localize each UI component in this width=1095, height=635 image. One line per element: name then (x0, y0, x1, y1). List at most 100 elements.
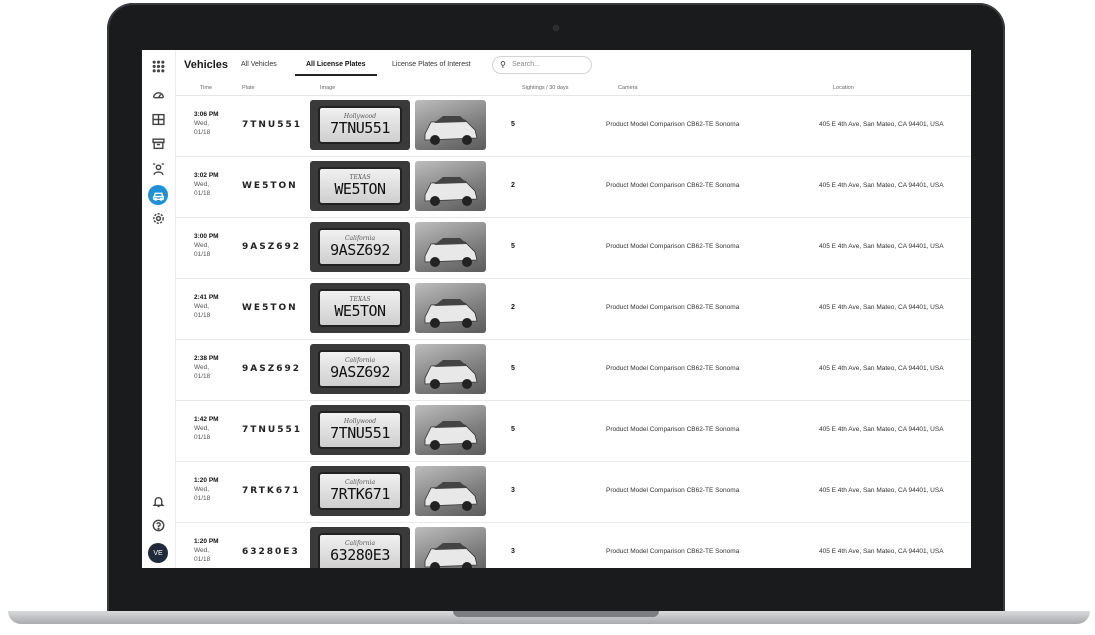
row-sightings: 2 (511, 304, 515, 311)
plate-image[interactable]: Hollywood 7TNU551 (310, 100, 410, 150)
table-row[interactable]: 3:02 PM Wed, 01/18 WE5TON TEXAS WE5TON 2… (175, 157, 971, 218)
app-screen: VE Vehicles All Vehicles All License Pla… (142, 50, 971, 568)
help-icon[interactable] (150, 517, 167, 534)
plate-image[interactable]: TEXAS WE5TON (310, 161, 410, 211)
table-row[interactable]: 1:42 PM Wed, 01/18 7TNU551 Hollywood 7TN… (175, 401, 971, 462)
license-plate-graphic: California 63280E3 (318, 533, 402, 568)
row-day: Wed, (194, 303, 210, 310)
plate-number-graphic: WE5TON (334, 302, 386, 320)
vehicle-image[interactable] (415, 100, 486, 150)
table-row[interactable]: 1:20 PM Wed, 01/18 63280E3 California 63… (175, 523, 971, 568)
license-plate-graphic: TEXAS WE5TON (318, 289, 402, 327)
row-camera[interactable]: Product Model Comparison CB62-TE Sonoma (606, 548, 739, 555)
row-date: 01/18 (194, 373, 211, 380)
row-time: 3:02 PM (194, 172, 219, 179)
floorplan-icon[interactable] (150, 111, 167, 128)
plate-image[interactable]: California 9ASZ692 (310, 344, 410, 394)
row-plate[interactable]: WE5TON (242, 181, 298, 191)
row-time: 3:00 PM (194, 233, 219, 240)
car-icon (424, 421, 478, 450)
row-plate[interactable]: 63280E3 (242, 547, 300, 557)
column-header-sightings: Sightings / 30 days (522, 85, 569, 91)
car-icon (424, 299, 478, 328)
tab-all-vehicles[interactable]: All Vehicles (241, 61, 277, 68)
row-day: Wed, (194, 425, 210, 432)
row-day: Wed, (194, 547, 210, 554)
search-icon: ⚲ (500, 60, 506, 69)
plate-image[interactable]: California 9ASZ692 (310, 222, 410, 272)
vehicle-image[interactable] (415, 405, 486, 455)
vehicle-image[interactable] (415, 222, 486, 272)
license-plate-graphic: California 7RTK671 (318, 472, 402, 510)
car-icon (424, 238, 478, 267)
row-plate[interactable]: 7TNU551 (242, 120, 302, 130)
table-row[interactable]: 2:38 PM Wed, 01/18 9ASZ692 California 9A… (175, 340, 971, 401)
row-time: 2:41 PM (194, 294, 219, 301)
row-camera[interactable]: Product Model Comparison CB62-TE Sonoma (606, 182, 739, 189)
car-icon (424, 482, 478, 511)
row-camera[interactable]: Product Model Comparison CB62-TE Sonoma (606, 243, 739, 250)
row-camera[interactable]: Product Model Comparison CB62-TE Sonoma (606, 365, 739, 372)
plate-image[interactable]: California 7RTK671 (310, 466, 410, 516)
vehicle-image[interactable] (415, 344, 486, 394)
row-date: 01/18 (194, 434, 211, 441)
vehicle-image[interactable] (415, 527, 486, 568)
row-plate[interactable]: 9ASZ692 (242, 364, 301, 374)
settings-icon[interactable] (150, 210, 167, 227)
row-time: 1:42 PM (194, 416, 219, 423)
row-plate[interactable]: 7RTK671 (242, 486, 301, 496)
active-tab-indicator (295, 74, 377, 76)
search-input[interactable]: ⚲ Search... (492, 56, 592, 74)
row-sightings: 5 (511, 426, 515, 433)
search-placeholder: Search... (512, 61, 541, 68)
table-row[interactable]: 2:41 PM Wed, 01/18 WE5TON TEXAS WE5TON 2… (175, 279, 971, 340)
row-plate[interactable]: 9ASZ692 (242, 242, 301, 252)
plate-image[interactable]: TEXAS WE5TON (310, 283, 410, 333)
car-icon (424, 177, 478, 206)
row-plate[interactable]: 7TNU551 (242, 425, 302, 435)
row-camera[interactable]: Product Model Comparison CB62-TE Sonoma (606, 304, 739, 311)
tab-license-plates-of-interest[interactable]: License Plates of Interest (392, 61, 471, 68)
row-day: Wed, (194, 181, 210, 188)
row-day: Wed, (194, 120, 210, 127)
vehicle-image[interactable] (415, 283, 486, 333)
row-sightings: 3 (511, 548, 515, 555)
table-row[interactable]: 1:20 PM Wed, 01/18 7RTK671 California 7R… (175, 462, 971, 523)
row-date: 01/18 (194, 190, 211, 197)
row-date: 01/18 (194, 495, 211, 502)
plate-image[interactable]: Hollywood 7TNU551 (310, 405, 410, 455)
row-camera[interactable]: Product Model Comparison CB62-TE Sonoma (606, 121, 739, 128)
table-row[interactable]: 3:06 PM Wed, 01/18 7TNU551 Hollywood 7TN… (175, 96, 971, 157)
row-camera[interactable]: Product Model Comparison CB62-TE Sonoma (606, 426, 739, 433)
grid-icon[interactable] (150, 58, 167, 75)
table-row[interactable]: 3:00 PM Wed, 01/18 9ASZ692 California 9A… (175, 218, 971, 279)
vehicle-image[interactable] (415, 161, 486, 211)
people-icon[interactable] (150, 161, 167, 178)
plate-number-graphic: 63280E3 (330, 546, 390, 564)
speedometer-icon[interactable] (150, 87, 167, 104)
avatar[interactable]: VE (148, 543, 168, 563)
vehicle-image[interactable] (415, 466, 486, 516)
row-date: 01/18 (194, 251, 211, 258)
row-plate[interactable]: WE5TON (242, 303, 298, 313)
tab-all-license-plates[interactable]: All License Plates (306, 61, 366, 68)
row-date: 01/18 (194, 556, 211, 563)
row-camera[interactable]: Product Model Comparison CB62-TE Sonoma (606, 487, 739, 494)
row-sightings: 2 (511, 182, 515, 189)
column-header-plate: Plate (242, 85, 255, 91)
car-icon (424, 360, 478, 389)
row-day: Wed, (194, 364, 210, 371)
row-sightings: 3 (511, 487, 515, 494)
column-header-image: Image (320, 85, 336, 91)
row-location: 405 E 4th Ave, San Mateo, CA 94401, USA (819, 243, 944, 250)
car-icon (424, 116, 478, 145)
plate-number-graphic: 7TNU551 (330, 119, 390, 137)
row-sightings: 5 (511, 121, 515, 128)
row-location: 405 E 4th Ave, San Mateo, CA 94401, USA (819, 182, 944, 189)
archive-icon[interactable] (150, 135, 167, 152)
bell-icon[interactable] (150, 493, 167, 510)
header: Vehicles All Vehicles All License Plates… (175, 50, 971, 78)
plate-image[interactable]: California 63280E3 (310, 527, 410, 568)
vehicle-icon[interactable] (148, 185, 168, 205)
column-header-time: Time (200, 85, 213, 91)
